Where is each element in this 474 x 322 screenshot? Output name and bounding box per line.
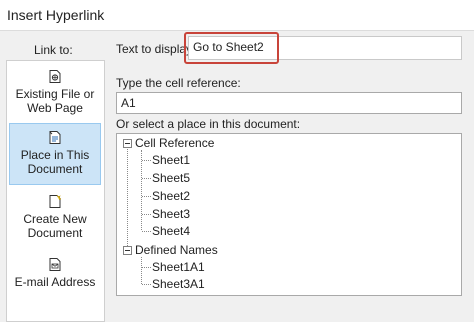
link-to-label: Link to: xyxy=(34,43,73,57)
tree-connector xyxy=(142,231,151,232)
tree-connector xyxy=(142,160,151,161)
tree-connector xyxy=(142,284,151,285)
email-icon xyxy=(49,258,61,271)
new-document-icon xyxy=(49,195,61,208)
tree-item-sheet2[interactable]: Sheet2 xyxy=(152,189,190,203)
tree-item-sheet1a1[interactable]: Sheet1A1 xyxy=(152,260,205,274)
collapse-defined-names-icon[interactable] xyxy=(123,246,132,255)
dialog-titlebar: Insert Hyperlink xyxy=(0,0,474,31)
cell-reference-label: Type the cell reference: xyxy=(116,76,241,90)
tree-connector xyxy=(127,146,128,250)
dialog-title: Insert Hyperlink xyxy=(7,7,105,23)
tree-item-sheet1[interactable]: Sheet1 xyxy=(152,153,190,167)
tree-connector xyxy=(142,178,151,179)
sidebar-item-label: Create New Document xyxy=(23,212,87,240)
text-to-display-highlight xyxy=(184,32,279,64)
tree-item-sheet5[interactable]: Sheet5 xyxy=(152,171,190,185)
cell-reference-input[interactable]: A1 xyxy=(116,92,462,114)
link-to-sidebar: Existing File or Web Page Place in This … xyxy=(6,60,105,322)
tree-connector xyxy=(142,267,151,268)
globe-file-icon xyxy=(49,70,61,83)
tree-group-cell-reference[interactable]: Cell Reference xyxy=(135,136,214,150)
sidebar-item-place-in-document[interactable]: Place in This Document xyxy=(9,123,101,185)
tree-connector xyxy=(142,196,151,197)
document-place-icon xyxy=(49,131,61,144)
sidebar-item-label: E-mail Address xyxy=(14,275,96,289)
place-tree[interactable]: Cell Reference Sheet1 Sheet5 Sheet2 Shee… xyxy=(116,133,462,296)
cell-reference-value: A1 xyxy=(121,96,136,110)
sidebar-item-existing-file[interactable]: Existing File or Web Page xyxy=(9,63,101,125)
collapse-cell-reference-icon[interactable] xyxy=(123,139,132,148)
tree-item-sheet3a1[interactable]: Sheet3A1 xyxy=(152,277,205,291)
tree-item-sheet3[interactable]: Sheet3 xyxy=(152,207,190,221)
tree-connector xyxy=(141,150,142,230)
sidebar-item-create-new-document[interactable]: Create New Document xyxy=(9,188,101,250)
tree-group-defined-names[interactable]: Defined Names xyxy=(135,243,218,257)
sidebar-item-label: Place in This Document xyxy=(20,148,90,176)
tree-connector xyxy=(142,214,151,215)
sidebar-item-email-address[interactable]: E-mail Address xyxy=(9,251,101,313)
tree-item-sheet4[interactable]: Sheet4 xyxy=(152,224,190,238)
sidebar-item-label: Existing File or Web Page xyxy=(15,87,95,115)
place-in-document-label: Or select a place in this document: xyxy=(116,117,301,131)
tree-connector xyxy=(141,257,142,284)
